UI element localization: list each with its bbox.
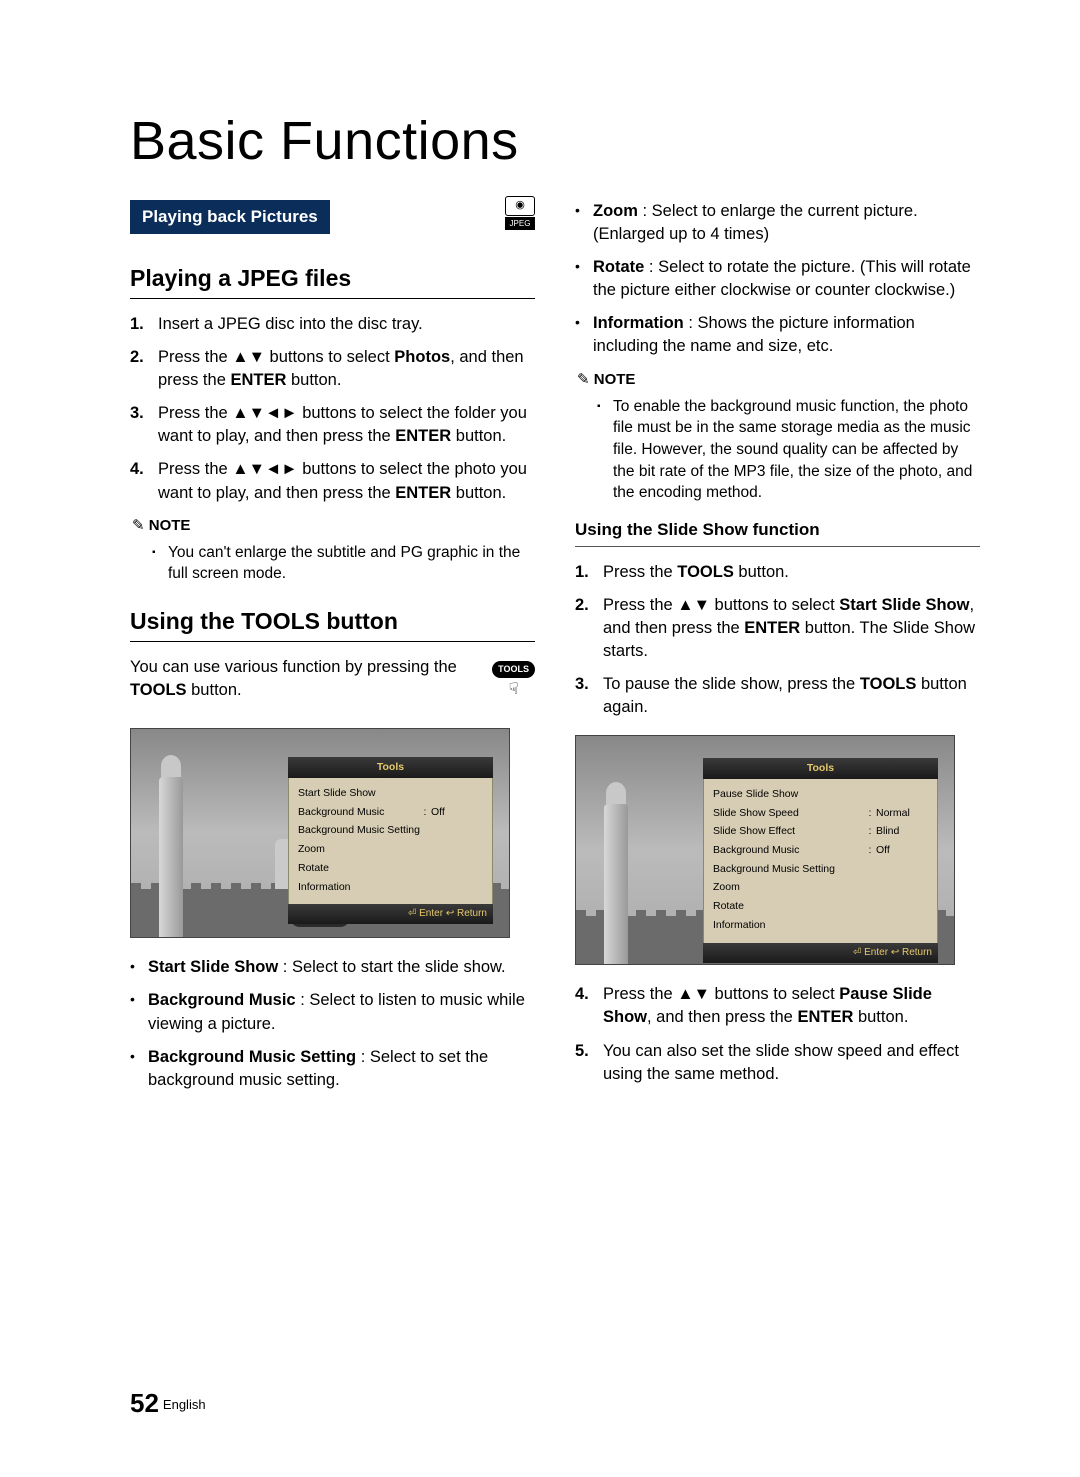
step-item: 3.To pause the slide show, press the TOO…: [575, 673, 980, 719]
note-heading: NOTE: [132, 515, 535, 536]
menu-row: Zoom: [298, 840, 483, 859]
menu-row: Background Music Setting: [713, 860, 928, 879]
jpeg-icon: ◉ JPEG: [505, 196, 535, 230]
menu-row: Slide Show Effect:Blind: [713, 822, 928, 841]
tools-options-list: •Start Slide Show : Select to start the …: [130, 956, 535, 1091]
page-title: Basic Functions: [130, 110, 980, 172]
menu-footer: ⏎ Enter ↩ Return: [288, 904, 493, 924]
menu-row: Rotate: [713, 897, 928, 916]
bullet-item: •Rotate : Select to rotate the picture. …: [575, 256, 980, 302]
step-item: 3.Press the ▲▼◄► buttons to select the f…: [130, 402, 535, 448]
bullet-item: •Start Slide Show : Select to start the …: [130, 956, 535, 979]
menu-row: Information: [713, 916, 928, 935]
tools-menu-2: Tools Pause Slide ShowSlide Show Speed:N…: [703, 758, 938, 962]
steps-slide-show-b: 4.Press the ▲▼ buttons to select Pause S…: [575, 983, 980, 1085]
steps-slide-show-a: 1.Press the TOOLS button. 2.Press the ▲▼ …: [575, 561, 980, 720]
section-banner: Playing back Pictures: [130, 200, 330, 234]
left-column: Playing back Pictures ◉ JPEG Playing a J…: [130, 200, 535, 1102]
menu-row: Background Music:Off: [298, 803, 483, 822]
heading-slide-show: Using the Slide Show function: [575, 518, 980, 547]
note-item: ▪ To enable the background music functio…: [597, 396, 980, 504]
step-item: 4.Press the ▲▼◄► buttons to select the p…: [130, 458, 535, 504]
tools-intro: TOOLS ☟ You can use various function by …: [130, 656, 535, 702]
menu-row: Information: [298, 878, 483, 897]
menu-footer: ⏎ Enter ↩ Return: [703, 943, 938, 963]
note-item: ▪ You can't enlarge the subtitle and PG …: [152, 542, 535, 585]
step-item: 1.Insert a JPEG disc into the disc tray.: [130, 313, 535, 336]
menu-title: Tools: [703, 758, 938, 779]
tools-menu-screenshot-2: Tools Pause Slide ShowSlide Show Speed:N…: [575, 735, 955, 965]
two-column-layout: Playing back Pictures ◉ JPEG Playing a J…: [130, 200, 980, 1102]
menu-row: Background Music:Off: [713, 841, 928, 860]
menu-title: Tools: [288, 757, 493, 778]
menu-row: Pause Slide Show: [713, 785, 928, 804]
page-footer: 52English: [130, 1388, 206, 1419]
step-item: 2.Press the ▲▼ buttons to select Start S…: [575, 594, 980, 663]
bullet-item: •Background Music Setting : Select to se…: [130, 1046, 535, 1092]
bullet-item: •Background Music : Select to listen to …: [130, 989, 535, 1035]
tools-menu-1: Tools Start Slide ShowBackground Music:O…: [288, 757, 493, 924]
tools-options-continued: •Zoom : Select to enlarge the current pi…: [575, 200, 980, 359]
note-heading: NOTE: [577, 369, 980, 390]
bullet-item: •Information : Shows the picture informa…: [575, 312, 980, 358]
steps-playing-jpeg: 1.Insert a JPEG disc into the disc tray.…: [130, 313, 535, 505]
tools-button-icon: TOOLS ☟: [492, 656, 535, 701]
tools-menu-screenshot-1: Tools Start Slide ShowBackground Music:O…: [130, 728, 510, 938]
bullet-item: •Zoom : Select to enlarge the current pi…: [575, 200, 980, 246]
step-item: 2.Press the ▲▼ buttons to select Photos,…: [130, 346, 535, 392]
step-item: 1.Press the TOOLS button.: [575, 561, 980, 584]
menu-row: Zoom: [713, 878, 928, 897]
menu-row: Start Slide Show: [298, 784, 483, 803]
menu-row: Slide Show Speed:Normal: [713, 804, 928, 823]
right-column: •Zoom : Select to enlarge the current pi…: [575, 200, 980, 1102]
heading-tools-button: Using the TOOLS button: [130, 605, 535, 642]
menu-row: Rotate: [298, 859, 483, 878]
heading-playing-jpeg: Playing a JPEG files: [130, 262, 535, 299]
step-item: 5.You can also set the slide show speed …: [575, 1040, 980, 1086]
step-item: 4.Press the ▲▼ buttons to select Pause S…: [575, 983, 980, 1029]
menu-row: Background Music Setting: [298, 821, 483, 840]
